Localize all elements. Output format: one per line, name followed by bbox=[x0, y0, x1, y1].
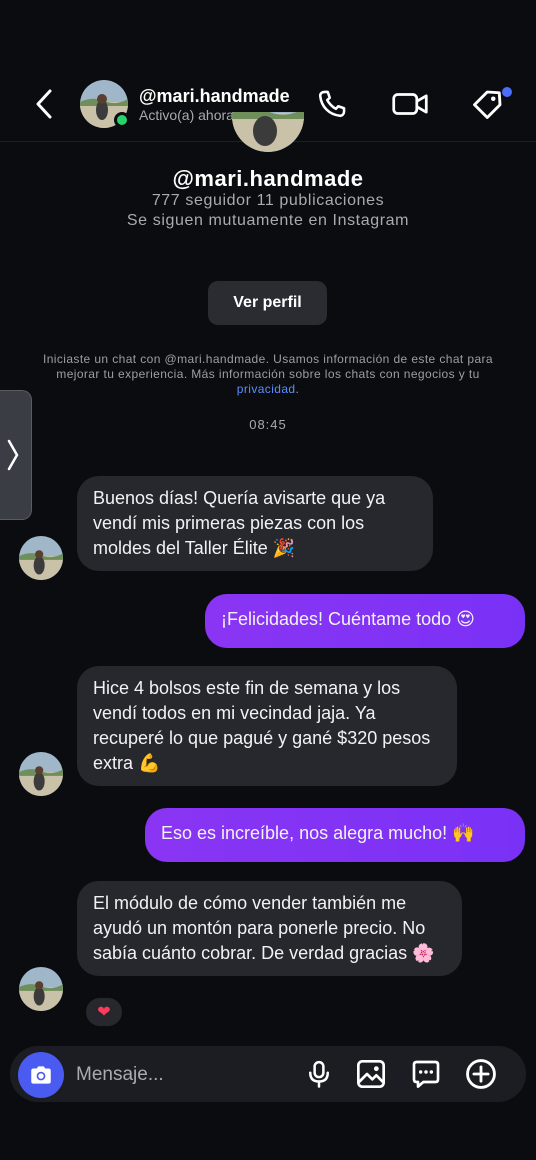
profile-avatar bbox=[232, 112, 304, 152]
more-button[interactable] bbox=[463, 1056, 499, 1092]
side-panel-handle[interactable] bbox=[0, 390, 32, 520]
header-status: Activo(a) ahora bbox=[139, 107, 234, 123]
disclaimer-line-2: mejorar tu experiencia. Más información … bbox=[56, 367, 480, 381]
message-outgoing[interactable]: ¡Felicidades! Cuéntame todo 😍 bbox=[205, 594, 525, 648]
gallery-button[interactable] bbox=[353, 1056, 389, 1092]
raised-hands-emoji: 🙌 bbox=[452, 823, 475, 844]
disclaimer-end: . bbox=[295, 382, 300, 396]
sender-avatar[interactable] bbox=[19, 967, 63, 1011]
gallery-icon bbox=[357, 1060, 385, 1088]
view-profile-button[interactable]: Ver perfil bbox=[208, 281, 327, 325]
camera-button[interactable] bbox=[18, 1052, 64, 1098]
back-button[interactable] bbox=[30, 86, 58, 122]
message-incoming[interactable]: El módulo de cómo vender también me ayud… bbox=[77, 881, 462, 976]
party-emoji: 🎉 bbox=[272, 538, 296, 559]
camera-icon bbox=[31, 1066, 51, 1084]
voice-message-button[interactable] bbox=[301, 1056, 337, 1092]
sticker-button[interactable] bbox=[408, 1056, 444, 1092]
message-text: El módulo de cómo vender también me ayud… bbox=[93, 893, 426, 963]
chevron-right-icon bbox=[7, 439, 18, 471]
phone-icon bbox=[318, 90, 346, 118]
profile-stats: 777 seguidor 11 publicaciones bbox=[151, 192, 385, 209]
message-incoming[interactable]: Buenos días! Quería avisarte que ya vend… bbox=[77, 476, 433, 571]
profile-username: @mari.handmade bbox=[172, 166, 364, 191]
privacy-link[interactable]: privacidad bbox=[237, 382, 296, 396]
tag-icon bbox=[473, 90, 502, 119]
microphone-icon bbox=[309, 1060, 329, 1088]
heart-reaction[interactable]: ❤ bbox=[84, 996, 124, 1028]
online-indicator bbox=[114, 112, 130, 128]
message-text: Eso es increíble, nos alegra mucho! bbox=[161, 823, 448, 843]
heart-eyes-emoji: 😍 bbox=[456, 609, 475, 630]
back-arrow-icon bbox=[36, 89, 52, 119]
sender-avatar[interactable] bbox=[19, 536, 63, 580]
message-text: Buenos días! Quería avisarte que ya vend… bbox=[93, 488, 386, 558]
disclaimer-line-1: Iniciaste un chat con @mari.handmade. Us… bbox=[43, 352, 493, 366]
flexed-biceps-emoji: 💪 bbox=[138, 753, 161, 774]
plus-icon bbox=[466, 1059, 496, 1089]
business-chat-disclaimer: Iniciaste un chat con @mari.handmade. Us… bbox=[6, 352, 530, 397]
message-outgoing[interactable]: Eso es increíble, nos alegra mucho! 🙌 bbox=[145, 808, 525, 862]
call-button[interactable] bbox=[312, 84, 352, 124]
flower-emoji: 🌸 bbox=[412, 943, 435, 964]
sender-avatar[interactable] bbox=[19, 752, 63, 796]
timestamp: 08:45 bbox=[249, 417, 287, 432]
header-username[interactable]: @mari.handmade bbox=[139, 86, 290, 107]
mutual-follow-text: Se siguen mutuamente en Instagram bbox=[126, 212, 410, 229]
message-incoming[interactable]: Hice 4 bolsos este fin de semana y los v… bbox=[77, 666, 457, 786]
notification-dot bbox=[502, 87, 512, 97]
message-text: ¡Felicidades! Cuéntame todo bbox=[221, 609, 452, 629]
message-input[interactable] bbox=[76, 1060, 286, 1090]
video-icon bbox=[392, 93, 428, 115]
sticker-icon bbox=[412, 1060, 440, 1088]
video-call-button[interactable] bbox=[390, 84, 430, 124]
